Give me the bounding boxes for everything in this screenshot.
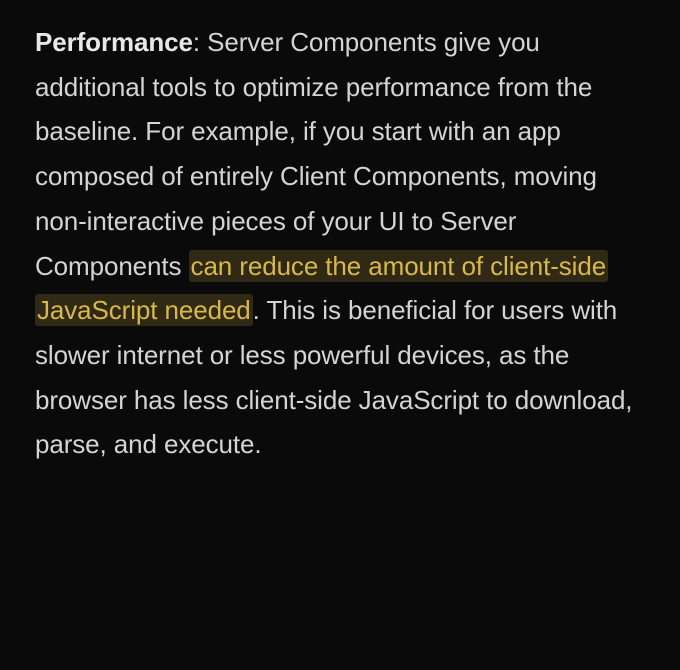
performance-label: Performance	[35, 27, 193, 57]
performance-paragraph: Performance: Server Components give you …	[35, 20, 650, 467]
text-before-highlight: : Server Components give you additional …	[35, 27, 597, 281]
